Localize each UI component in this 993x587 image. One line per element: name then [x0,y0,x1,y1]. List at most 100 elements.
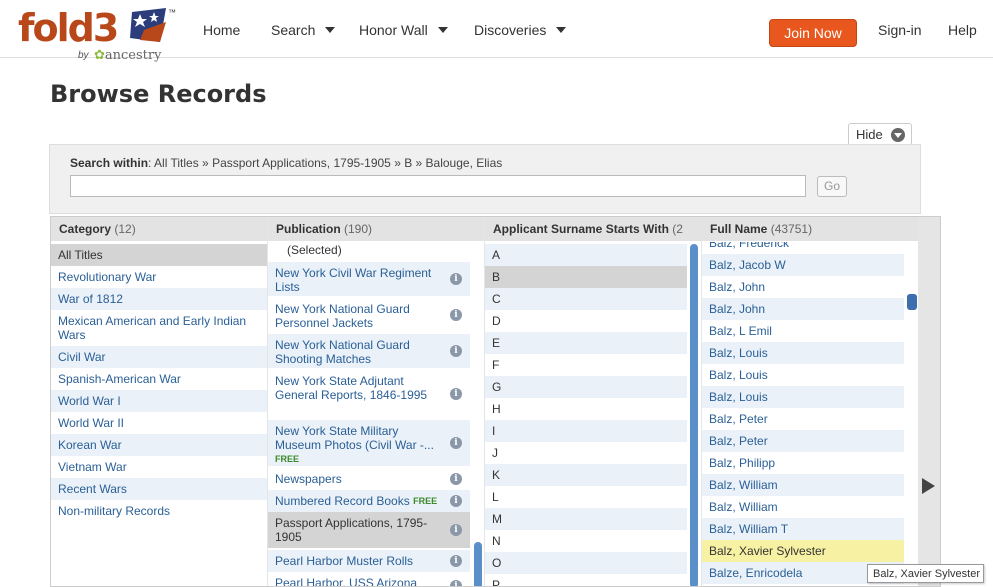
fullname-item-highlighted[interactable]: Balz, Xavier Sylvester [702,540,904,562]
publication-title: Publication [276,222,341,236]
fullname-item[interactable]: Balz, Louis [702,342,904,364]
fullname-item[interactable]: Balz, Peter [702,430,904,452]
publication-scrollbar[interactable] [474,542,482,586]
chevron-down-icon [556,27,567,33]
fold3-logo[interactable]: fold3 ™ by ✿ancestry [18,6,178,63]
surname-letter-item[interactable]: D [485,310,687,332]
category-item[interactable]: All Titles [51,244,267,266]
fullname-scrollbar[interactable] [907,294,917,310]
hide-toggle[interactable]: Hide [848,123,912,145]
info-icon[interactable]: i [450,580,462,586]
surname-scrollbar[interactable] [690,244,698,586]
fullname-item[interactable]: Balz, William T [702,518,904,540]
surname-letter-item[interactable]: H [485,398,687,420]
info-icon[interactable]: i [450,309,462,321]
nav-discoveries-label: Discoveries [474,22,547,38]
chevron-down-icon [437,27,448,33]
info-icon[interactable]: i [450,524,462,536]
surname-letter-item[interactable]: I [485,420,687,442]
info-icon[interactable]: i [450,345,462,357]
surname-letter-item[interactable]: G [485,376,687,398]
publication-item[interactable]: New York State Military Museum Photos (C… [268,420,470,466]
surname-letter-item[interactable]: L [485,486,687,508]
publication-item[interactable]: Numbered Record Books FREE i [268,490,470,512]
nav-discoveries[interactable]: Discoveries [474,22,567,38]
publication-item-label: Pearl Harbor Muster Rolls [275,554,414,568]
category-item[interactable]: Non-military Records [51,500,267,522]
publication-item-label: New York Civil War Regiment Lists [275,266,432,294]
info-icon[interactable]: i [450,495,462,507]
publication-item-label: Pearl Harbor, USS Arizona [275,576,418,587]
category-item[interactable]: Mexican American and Early Indian Wars [51,310,267,346]
category-item[interactable]: Korean War [51,434,267,456]
search-within-input[interactable] [70,175,806,197]
surname-count: (2 [672,222,683,236]
fullname-item[interactable]: Balz, Peter [702,408,904,430]
nav-honor-wall[interactable]: Honor Wall [359,22,448,38]
fullname-item[interactable]: Balz, L Emil [702,320,904,342]
publication-item-selected[interactable]: Passport Applications, 1795-1905 i [268,512,470,548]
search-within-title: Search within [70,156,149,170]
category-item[interactable]: Recent Wars [51,478,267,500]
next-arrow-icon[interactable] [922,478,935,494]
publication-count: (190) [344,222,373,236]
surname-letter-item[interactable]: E [485,332,687,354]
go-button[interactable]: Go [817,176,847,197]
surname-letter-item[interactable]: J [485,442,687,464]
fullname-item[interactable]: Balz, John [702,276,904,298]
surname-letter-item[interactable]: C [485,288,687,310]
collapse-icon [891,128,905,142]
surname-letter-item[interactable]: M [485,508,687,530]
surname-letter-item[interactable]: K [485,464,687,486]
free-badge: FREE [275,454,300,464]
publication-item[interactable]: New York Civil War Regiment Lists i [268,262,470,296]
publication-item[interactable]: Pearl Harbor, USS Arizona i [268,572,470,587]
info-icon[interactable]: i [450,437,462,449]
category-item[interactable]: World War II [51,412,267,434]
category-column: Category (12) All Titles Revolutionary W… [51,217,267,586]
publication-item[interactable]: Newspapers i [268,468,470,490]
fullname-item[interactable]: Balz, Jacob W [702,254,904,276]
join-now-button[interactable]: Join Now [769,19,857,47]
category-item-label: Mexican American and Early Indian Wars [58,314,247,342]
fullname-item[interactable]: Balz, Louis [702,364,904,386]
surname-letter-item[interactable]: F [485,354,687,376]
sign-in-link[interactable]: Sign-in [878,22,922,38]
category-item[interactable]: Revolutionary War [51,266,267,288]
info-icon[interactable]: i [450,388,462,400]
category-item[interactable]: Civil War [51,346,267,368]
fullname-count: (43751) [770,222,813,236]
category-item[interactable]: Vietnam War [51,456,267,478]
publication-item-label: Newspapers [275,472,342,486]
publication-item[interactable]: New York National Guard Personnel Jacket… [268,298,470,332]
chevron-down-icon [325,27,336,33]
publication-selected-marker: (Selected) [287,243,342,257]
fullname-item[interactable]: Balz, William [702,474,904,496]
surname-letter-item[interactable]: A [485,244,687,266]
help-link[interactable]: Help [948,22,977,38]
surname-letter-item[interactable]: B [485,266,687,288]
publication-item[interactable]: Pearl Harbor Muster Rolls i [268,550,470,572]
publication-item[interactable]: New York State Adjutant General Reports,… [268,370,470,418]
fullname-item[interactable]: Balz, John [702,298,904,320]
surname-column: Applicant Surname Starts With (2 ABCDEFG… [485,217,701,586]
nav-search[interactable]: Search [271,22,336,38]
publication-item[interactable]: New York National Guard Shooting Matches… [268,334,470,368]
nav-home[interactable]: Home [203,22,240,38]
surname-letter-item[interactable]: P [485,574,687,586]
category-item[interactable]: Spanish-American War [51,368,267,390]
fullname-item[interactable]: Balz, Philipp [702,452,904,474]
fullname-item[interactable]: Balz, Frederick [702,242,904,254]
info-icon[interactable]: i [450,473,462,485]
category-item[interactable]: War of 1812 [51,288,267,310]
fullname-header: Full Name (43751) [702,217,918,241]
surname-letter-item[interactable]: O [485,552,687,574]
info-icon[interactable]: i [450,273,462,285]
surname-letter-item[interactable]: N [485,530,687,552]
search-within-panel: Search within: All Titles » Passport App… [49,144,921,214]
fullname-item[interactable]: Balz, William [702,496,904,518]
fullname-item[interactable]: Balz, Louis [702,386,904,408]
info-icon[interactable]: i [450,555,462,567]
category-item[interactable]: World War I [51,390,267,412]
browse-columns: Category (12) All Titles Revolutionary W… [50,216,941,587]
